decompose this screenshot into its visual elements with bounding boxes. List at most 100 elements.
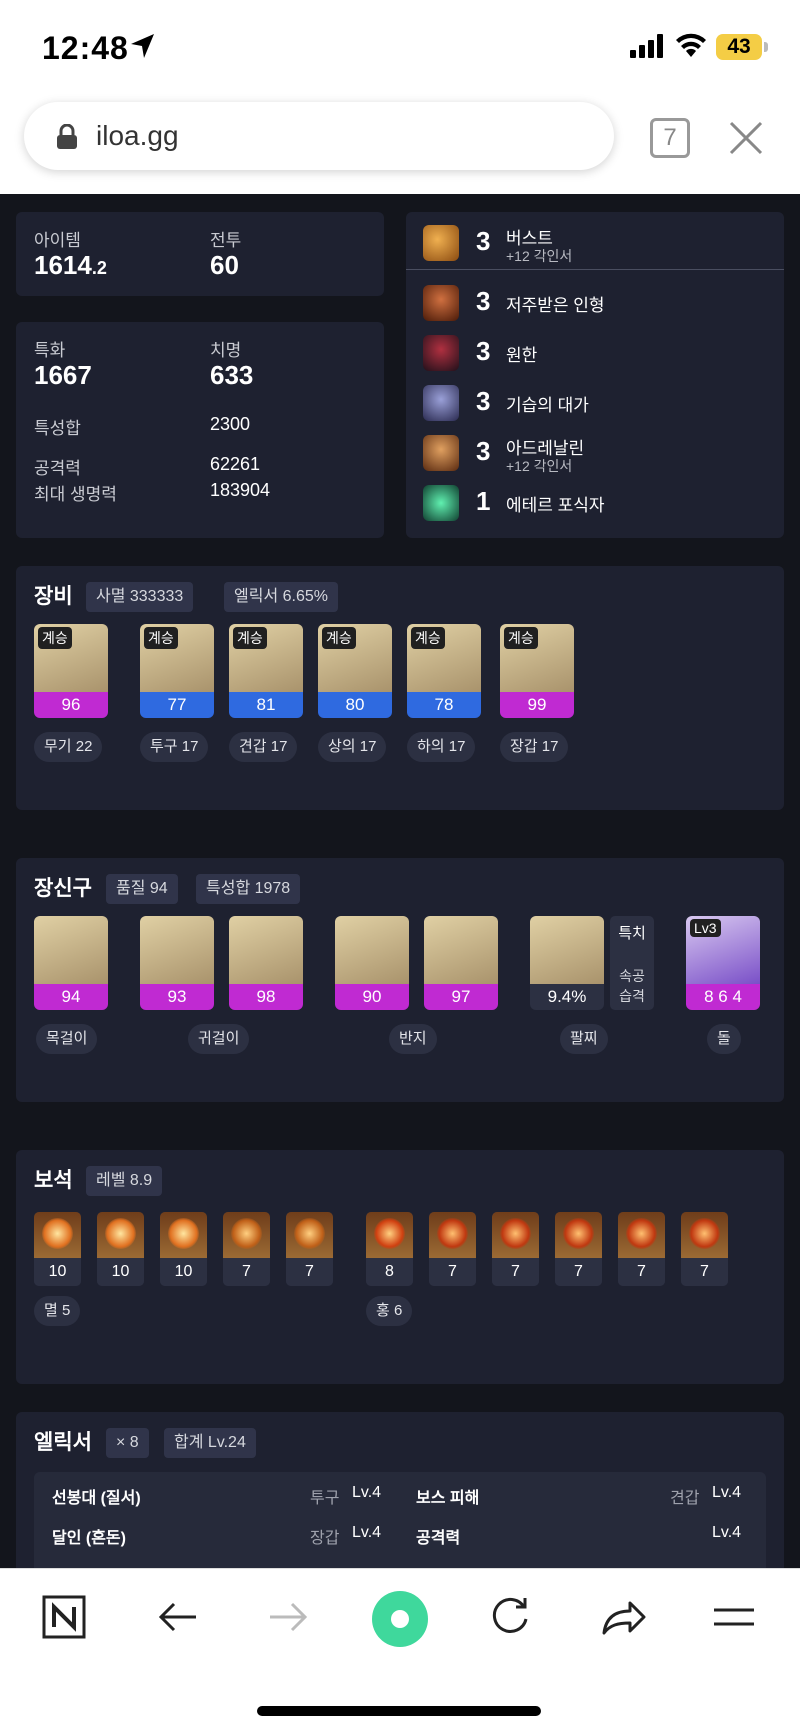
ambush-master-engraving-icon <box>423 385 459 421</box>
gloves-slot[interactable]: 계승 99 <box>500 624 574 718</box>
engraving-row[interactable]: 3 버스트 +12 각인서 <box>406 220 781 266</box>
ring-slot-2[interactable]: 97 <box>424 916 498 1010</box>
shoulder-slot[interactable]: 계승 81 <box>229 624 303 718</box>
bracelet-effects: 특치 속공 습격 <box>610 916 654 1010</box>
tab-count-button[interactable]: 7 <box>650 118 690 158</box>
crimson-gem[interactable]: 7 <box>618 1212 665 1286</box>
engraving-count: 1 <box>476 486 491 516</box>
trait-sum-label: 특성합 <box>34 419 81 438</box>
gem-icon <box>681 1212 728 1258</box>
accessory-trait-tag: 특성합 1978 <box>196 874 301 904</box>
top-armor-slot[interactable]: 계승 80 <box>318 624 392 718</box>
elixir-slot: 장갑 <box>310 1530 340 1547</box>
engraving-row[interactable]: 3 기습의 대가 <box>406 380 781 426</box>
engraving-row[interactable]: 1 에테르 포식자 <box>406 480 781 526</box>
address-bar[interactable]: iloa.gg <box>24 102 614 170</box>
grudge-engraving-icon <box>423 335 459 371</box>
bracelet-effect-1: 속공 <box>619 968 645 984</box>
back-arrow-icon[interactable] <box>156 1595 200 1639</box>
gem-icon <box>97 1212 144 1258</box>
earring-icon <box>229 916 303 984</box>
bracelet-effect-2: 습격 <box>619 988 645 1004</box>
top-armor-quality: 80 <box>318 692 392 718</box>
engraving-name: 기습의 대가 <box>506 396 589 415</box>
helmet-slot[interactable]: 계승 77 <box>140 624 214 718</box>
status-bar: 12:48 43 <box>0 0 800 96</box>
max-hp-value: 183904 <box>210 480 271 500</box>
inherit-badge: 계승 <box>504 627 538 649</box>
inherit-badge: 계승 <box>144 627 178 649</box>
attack-label: 공격력 <box>34 459 81 478</box>
item-level-label: 아이템 <box>34 231 81 250</box>
weapon-quality: 96 <box>34 692 108 718</box>
bracelet-slot[interactable]: 9.4% <box>530 916 604 1010</box>
refresh-icon[interactable] <box>488 1595 532 1639</box>
location-arrow-icon <box>131 34 154 58</box>
elixir-table: 선봉대 (질서) 투구 Lv.4 보스 피해 견갑 Lv.4 달인 (혼돈) 장… <box>34 1472 766 1568</box>
elixir-name: 공격력 <box>416 1530 461 1547</box>
annihilation-gem[interactable]: 10 <box>160 1212 207 1286</box>
share-icon[interactable] <box>600 1595 646 1639</box>
ring-slot-1[interactable]: 90 <box>335 916 409 1010</box>
battery-icon: 43 <box>716 34 762 60</box>
gems-title: 보석 <box>34 1169 73 1192</box>
crimson-gem[interactable]: 7 <box>492 1212 539 1286</box>
annihilation-gem[interactable]: 7 <box>286 1212 333 1286</box>
necklace-slot[interactable]: 94 <box>34 916 108 1010</box>
trait-sum-value: 2300 <box>210 414 251 434</box>
elixir-section: 엘릭서 × 8 합계 Lv.24 선봉대 (질서) 투구 Lv.4 보스 피해 … <box>16 1412 784 1568</box>
crimson-gem[interactable]: 7 <box>429 1212 476 1286</box>
helmet-level: 투구 17 <box>140 732 209 762</box>
crimson-gem[interactable]: 7 <box>681 1212 728 1286</box>
elixir-total-tag: 합계 Lv.24 <box>164 1428 256 1458</box>
pants-quality: 78 <box>407 692 481 718</box>
battery-tip <box>764 42 768 52</box>
weapon-level: 무기 22 <box>34 732 103 762</box>
earring-label: 귀걸이 <box>188 1024 250 1054</box>
forward-arrow-icon[interactable] <box>266 1595 310 1639</box>
elixir-level: Lv.4 <box>352 1484 382 1501</box>
gem-level: 7 <box>618 1258 665 1286</box>
browser-toolbar: iloa.gg 7 <box>0 96 800 194</box>
combat-level-label: 전투 <box>210 231 242 250</box>
earring-slot-1[interactable]: 93 <box>140 916 214 1010</box>
earring-slot-2[interactable]: 98 <box>229 916 303 1010</box>
engraving-row[interactable]: 3 저주받은 인형 <box>406 280 781 326</box>
elixir-title: 엘릭서 <box>34 1431 92 1454</box>
page-content: 아이템 1614.2 전투 60 특화 1667 치명 633 특성합 2300… <box>0 194 800 1568</box>
green-dot-icon[interactable] <box>370 1589 430 1649</box>
specialization-label: 특화 <box>34 341 66 360</box>
menu-icon[interactable] <box>712 1595 756 1639</box>
engraving-name: 원한 <box>506 346 538 365</box>
annihilation-gem[interactable]: 7 <box>223 1212 270 1286</box>
engraving-row[interactable]: 3 원한 <box>406 330 781 376</box>
necklace-quality: 94 <box>34 984 108 1010</box>
gem-level: 7 <box>555 1258 602 1286</box>
annihilation-gem[interactable]: 10 <box>34 1212 81 1286</box>
naver-home-icon[interactable] <box>42 1595 86 1639</box>
crimson-gem[interactable]: 7 <box>555 1212 602 1286</box>
ability-stone-slot[interactable]: Lv3 8 6 4 <box>686 916 760 1010</box>
engraving-count: 3 <box>476 336 491 366</box>
elixir-slot: 견갑 <box>670 1490 700 1507</box>
annihilation-gem[interactable]: 10 <box>97 1212 144 1286</box>
weapon-slot[interactable]: 계승 96 <box>34 624 108 718</box>
item-level-value: 1614.2 <box>34 250 107 281</box>
necklace-icon <box>34 916 108 984</box>
earring-quality: 98 <box>229 984 303 1010</box>
gem-icon <box>429 1212 476 1258</box>
shoulder-level: 견갑 17 <box>229 732 298 762</box>
elixir-count-tag: × 8 <box>106 1428 149 1458</box>
crimson-gem[interactable]: 8 <box>366 1212 413 1286</box>
earring-quality: 93 <box>140 984 214 1010</box>
elixir-row: 달인 (혼돈) 장갑 Lv.4 공격력 Lv.4 <box>52 1524 752 1560</box>
elixir-name: 보스 피해 <box>416 1490 480 1507</box>
cursed-doll-engraving-icon <box>423 285 459 321</box>
bracelet-icon <box>530 916 604 984</box>
pants-slot[interactable]: 계승 78 <box>407 624 481 718</box>
accessories-section: 장신구 품질 94 특성합 1978 94 93 98 90 97 9.4% 특… <box>16 858 784 1102</box>
engraving-row[interactable]: 3 아드레날린 +12 각인서 <box>406 430 781 476</box>
close-icon[interactable] <box>728 120 764 156</box>
accessories-title: 장신구 <box>34 877 92 900</box>
bracelet-value: 9.4% <box>530 984 604 1010</box>
